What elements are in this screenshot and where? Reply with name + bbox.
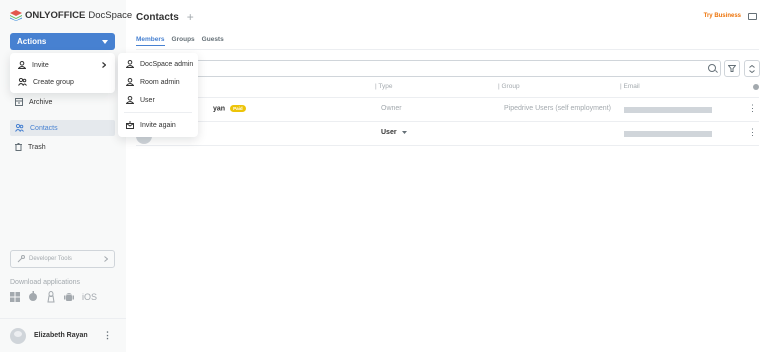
column-type-label: Type xyxy=(378,83,393,90)
menu-item-label: Room admin xyxy=(140,78,180,86)
info-panel-icon[interactable] xyxy=(748,13,757,20)
macos-icon[interactable] xyxy=(28,291,38,303)
column-header-group[interactable]: | Group xyxy=(498,83,520,90)
filter-button[interactable] xyxy=(724,60,740,77)
main-content: Contacts + Try Business Members Groups G… xyxy=(126,0,768,352)
actions-button[interactable]: Actions xyxy=(10,33,115,50)
group-icon xyxy=(18,78,27,86)
sort-button[interactable] xyxy=(744,60,760,77)
row-email-redacted xyxy=(624,131,712,137)
sidebar-item-label: Contacts xyxy=(30,124,58,132)
row-type-select[interactable]: User xyxy=(381,129,407,136)
tab-members[interactable]: Members xyxy=(136,36,165,46)
logo[interactable]: ONLYOFFICE DocSpace xyxy=(10,10,132,21)
actions-label: Actions xyxy=(17,37,47,46)
developer-tools-wrap: Developer Tools xyxy=(17,255,72,263)
menu-item-docspace-admin[interactable]: DocSpace admin xyxy=(118,57,198,71)
row-menu-icon[interactable]: ⋮ xyxy=(748,103,757,114)
page-title-text: Contacts xyxy=(136,11,179,23)
user-icon xyxy=(18,61,26,69)
tools-icon xyxy=(17,255,25,263)
chevron-right-icon xyxy=(104,256,108,262)
row-group: Pipedrive Users (self employment) xyxy=(504,105,611,112)
menu-item-label: DocSpace admin xyxy=(140,60,194,68)
archive-icon xyxy=(15,98,23,106)
menu-item-label: Invite xyxy=(32,61,49,69)
page-title: Contacts + xyxy=(136,10,194,24)
user-icon xyxy=(126,78,134,86)
chevron-right-icon xyxy=(102,62,106,68)
plus-icon[interactable]: + xyxy=(187,10,194,24)
column-group-label: Group xyxy=(501,83,520,90)
filter-icon xyxy=(728,65,736,72)
tabs: Members Groups Guests xyxy=(136,36,224,46)
table-bottom-divider xyxy=(136,145,759,146)
avatar xyxy=(10,327,26,344)
linux-icon[interactable] xyxy=(46,291,56,303)
android-icon[interactable] xyxy=(64,292,74,303)
tabs-divider xyxy=(136,49,759,50)
invite-submenu: DocSpace admin Room admin User Invite ag… xyxy=(118,53,198,137)
menu-item-invite[interactable]: Invite xyxy=(10,58,115,72)
envelope-icon xyxy=(126,121,134,129)
onlyoffice-logo-icon xyxy=(10,10,22,21)
try-business-link[interactable]: Try Business xyxy=(704,13,741,19)
row-email-redacted xyxy=(624,107,712,113)
row-type-text: User xyxy=(381,129,397,136)
menu-item-label: User xyxy=(140,96,155,104)
developer-tools-button[interactable]: Developer Tools xyxy=(10,250,115,268)
sidebar-item-label: Trash xyxy=(28,143,46,151)
menu-separator xyxy=(124,112,192,113)
contacts-icon xyxy=(15,124,24,132)
windows-icon[interactable] xyxy=(10,292,20,302)
ios-label[interactable]: iOS xyxy=(82,292,97,302)
menu-item-room-admin[interactable]: Room admin xyxy=(118,75,198,89)
menu-item-label: Create group xyxy=(33,78,74,86)
paid-badge: Paid xyxy=(230,105,246,112)
search-input[interactable] xyxy=(136,60,721,77)
download-apps-icons: iOS xyxy=(10,291,97,303)
menu-item-invite-again[interactable]: Invite again xyxy=(118,118,198,132)
column-email-label: Email xyxy=(623,83,640,90)
actions-menu: Invite Create group xyxy=(10,53,115,93)
sidebar-item-archive[interactable]: Archive xyxy=(10,94,115,110)
caret-down-icon xyxy=(401,130,407,134)
download-apps-label: Download applications xyxy=(10,279,81,286)
row-name-text: yan xyxy=(213,105,226,113)
table-row[interactable]: User ⋮ xyxy=(136,121,759,145)
column-header-type[interactable]: | Type xyxy=(375,83,392,90)
trash-icon xyxy=(15,143,22,151)
sidebar-item-trash[interactable]: Trash xyxy=(10,139,115,155)
row-type: Owner xyxy=(381,105,402,112)
row-name: yan Paid xyxy=(213,105,246,112)
user-name: Elizabeth Rayan xyxy=(34,332,88,339)
row-menu-icon[interactable]: ⋮ xyxy=(748,127,757,138)
caret-down-icon xyxy=(102,39,108,44)
column-header-email[interactable]: | Email xyxy=(620,83,640,90)
menu-item-label: Invite again xyxy=(140,121,176,129)
tab-guests[interactable]: Guests xyxy=(202,36,224,46)
sort-icon xyxy=(749,64,755,73)
current-user[interactable]: Elizabeth Rayan ⋮ xyxy=(0,318,126,352)
user-icon xyxy=(126,96,134,104)
user-icon xyxy=(126,60,134,68)
logo-brand: ONLYOFFICE xyxy=(25,10,86,21)
search-icon[interactable] xyxy=(708,64,716,72)
table-row[interactable]: yan Paid Owner Pipedrive Users (self empl… xyxy=(136,97,759,121)
sidebar-item-label: Archive xyxy=(29,98,53,106)
more-vertical-icon[interactable]: ⋮ xyxy=(103,330,112,341)
menu-item-create-group[interactable]: Create group xyxy=(10,75,115,89)
table-settings-icon[interactable] xyxy=(753,84,759,90)
sidebar-item-contacts[interactable]: Contacts xyxy=(10,120,115,136)
tab-groups[interactable]: Groups xyxy=(172,36,195,46)
developer-tools-label: Developer Tools xyxy=(29,256,72,262)
app-root: ONLYOFFICE DocSpace Actions Archive Conta… xyxy=(0,0,768,352)
menu-item-user[interactable]: User xyxy=(118,93,198,107)
